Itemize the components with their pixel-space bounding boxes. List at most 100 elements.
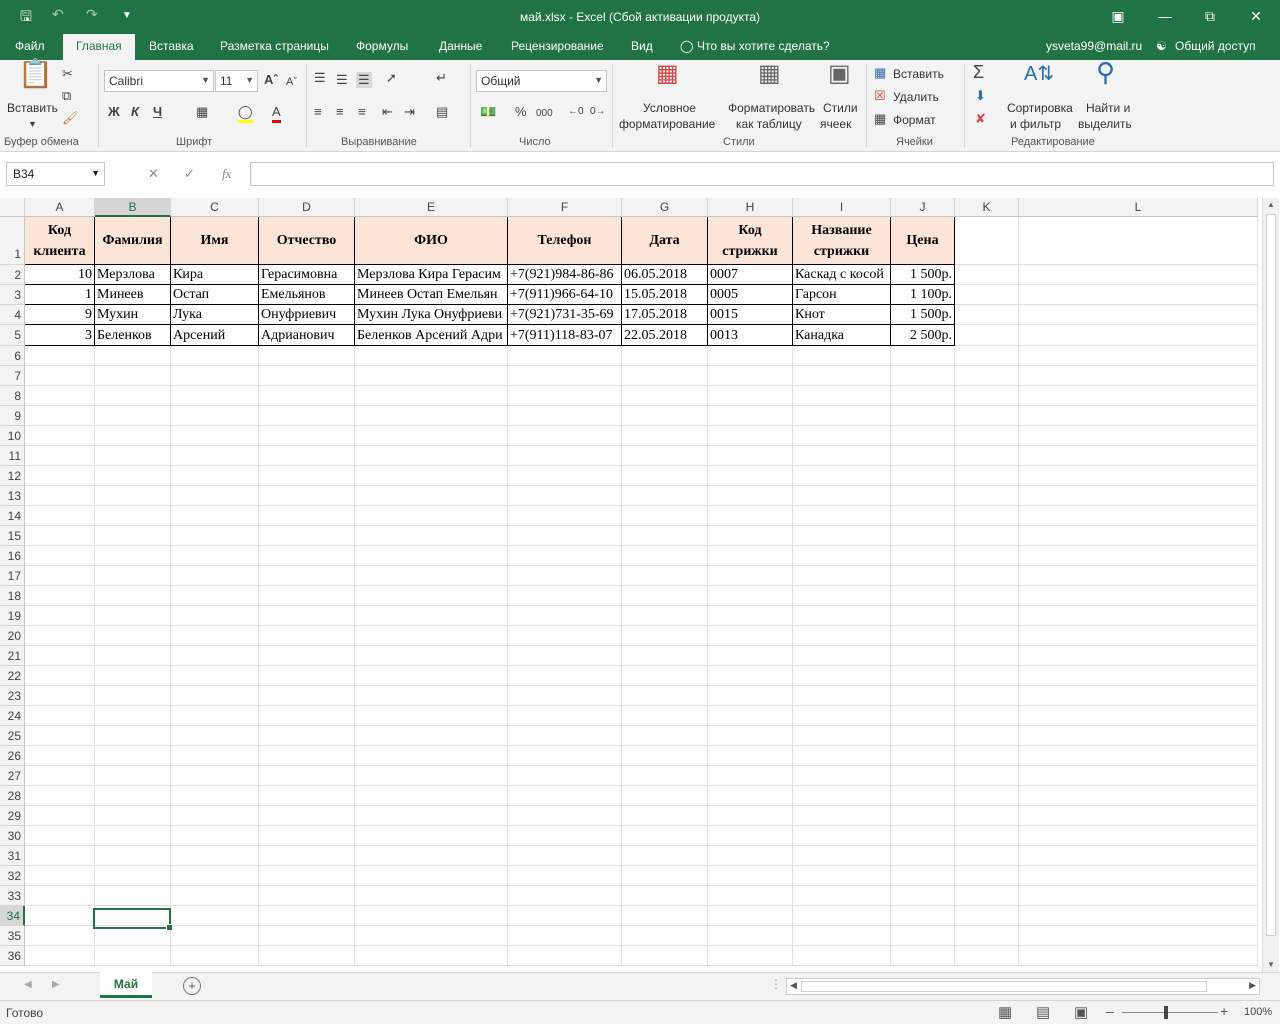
- scroll-left-icon[interactable]: ◀: [790, 980, 797, 991]
- grid-cell[interactable]: [259, 946, 355, 966]
- grid-cell[interactable]: [259, 386, 355, 406]
- grid-cell[interactable]: [355, 386, 508, 406]
- grid-cell[interactable]: [259, 526, 355, 546]
- scroll-down-icon[interactable]: ▼: [1267, 960, 1275, 969]
- grid-cell[interactable]: [891, 526, 955, 546]
- grid-cell[interactable]: [171, 666, 259, 686]
- paste-button[interactable]: Вставить: [7, 100, 58, 116]
- grid-cell[interactable]: [622, 526, 708, 546]
- page-break-view-icon[interactable]: ▣: [1074, 1003, 1088, 1021]
- grid-cell[interactable]: [793, 806, 891, 826]
- grid-cell[interactable]: [508, 526, 622, 546]
- row-header-24[interactable]: 24: [0, 706, 25, 726]
- increase-font-icon[interactable]: Aˆ: [264, 72, 278, 88]
- grid-cell[interactable]: [708, 626, 793, 646]
- grid-cell[interactable]: [95, 546, 171, 566]
- grid-cell[interactable]: [508, 606, 622, 626]
- grid-cell[interactable]: [708, 606, 793, 626]
- grid-cell[interactable]: [25, 626, 95, 646]
- grid-cell[interactable]: [95, 626, 171, 646]
- grid-cell[interactable]: [259, 746, 355, 766]
- grid-cell[interactable]: [171, 646, 259, 666]
- underline-button[interactable]: Ч: [153, 104, 162, 120]
- grid-cell[interactable]: [622, 466, 708, 486]
- grid-cell[interactable]: [508, 726, 622, 746]
- grid-cell[interactable]: [171, 686, 259, 706]
- grid-cell[interactable]: [955, 305, 1019, 325]
- grid-cell[interactable]: [708, 826, 793, 846]
- grid-cell[interactable]: [1019, 566, 1258, 586]
- decrease-decimal-icon[interactable]: 0→: [590, 104, 606, 120]
- grid-cell[interactable]: [793, 466, 891, 486]
- grid-cell[interactable]: [1019, 217, 1258, 265]
- table-cell[interactable]: 1 500р.: [891, 265, 955, 285]
- grid-cell[interactable]: [171, 526, 259, 546]
- grid-cell[interactable]: [25, 546, 95, 566]
- decrease-indent-icon[interactable]: ⇤: [382, 104, 393, 120]
- zoom-level[interactable]: 100%: [1244, 1006, 1272, 1018]
- grid-cell[interactable]: [708, 546, 793, 566]
- format-table-label-2[interactable]: как таблицу: [736, 116, 802, 132]
- grid-cell[interactable]: [25, 706, 95, 726]
- grid-cell[interactable]: [955, 566, 1019, 586]
- grid-cell[interactable]: [955, 546, 1019, 566]
- scroll-right-icon[interactable]: ▶: [1249, 980, 1256, 991]
- grid-cell[interactable]: [793, 426, 891, 446]
- row-header-27[interactable]: 27: [0, 766, 25, 786]
- row-header-23[interactable]: 23: [0, 686, 25, 706]
- table-header-cell[interactable]: Фамилия: [95, 217, 171, 265]
- grid-cell[interactable]: [622, 366, 708, 386]
- grid-cell[interactable]: [622, 926, 708, 946]
- grid-cell[interactable]: [259, 706, 355, 726]
- grid-cell[interactable]: [622, 406, 708, 426]
- grid-cell[interactable]: [891, 486, 955, 506]
- grid-cell[interactable]: [259, 406, 355, 426]
- grid-cell[interactable]: [622, 706, 708, 726]
- tab-review[interactable]: Рецензирование: [511, 39, 604, 53]
- grid-cell[interactable]: [955, 406, 1019, 426]
- grid-cell[interactable]: [891, 786, 955, 806]
- grid-cell[interactable]: [622, 746, 708, 766]
- grid-cell[interactable]: [891, 746, 955, 766]
- grid-cell[interactable]: [1019, 366, 1258, 386]
- next-sheet-icon[interactable]: ▶: [52, 979, 60, 990]
- grid-cell[interactable]: [95, 686, 171, 706]
- grid-cell[interactable]: [259, 866, 355, 886]
- grid-cell[interactable]: [955, 325, 1019, 346]
- grid-cell[interactable]: [891, 586, 955, 606]
- grid-cell[interactable]: [95, 866, 171, 886]
- select-all-corner[interactable]: [0, 198, 25, 217]
- fill-icon[interactable]: ⬇: [975, 88, 986, 104]
- grid-cell[interactable]: [95, 506, 171, 526]
- grid-cell[interactable]: [622, 346, 708, 366]
- grid-cell[interactable]: [891, 866, 955, 886]
- decrease-font-icon[interactable]: Aˇ: [286, 74, 297, 90]
- grid-cell[interactable]: [508, 366, 622, 386]
- grid-cell[interactable]: [25, 786, 95, 806]
- grid-cell[interactable]: [508, 686, 622, 706]
- grid-cell[interactable]: [508, 426, 622, 446]
- table-cell[interactable]: 22.05.2018: [622, 325, 708, 346]
- increase-decimal-icon[interactable]: ←0: [568, 104, 584, 120]
- grid-cell[interactable]: [1019, 506, 1258, 526]
- grid-cell[interactable]: [793, 826, 891, 846]
- grid-cell[interactable]: [95, 826, 171, 846]
- grid-cell[interactable]: [259, 886, 355, 906]
- font-name-select[interactable]: Calibri ▼: [104, 70, 214, 92]
- grid-cell[interactable]: [171, 726, 259, 746]
- grid-cell[interactable]: [955, 285, 1019, 305]
- grid-cell[interactable]: [708, 426, 793, 446]
- grid-cell[interactable]: [793, 746, 891, 766]
- grid-cell[interactable]: [259, 506, 355, 526]
- grid-cell[interactable]: [955, 686, 1019, 706]
- grid-cell[interactable]: [891, 646, 955, 666]
- grid-cell[interactable]: [95, 606, 171, 626]
- add-sheet-icon[interactable]: +: [183, 977, 201, 995]
- table-header-cell[interactable]: Код клиента: [25, 217, 95, 265]
- grid-cell[interactable]: [25, 506, 95, 526]
- grid-cell[interactable]: [25, 526, 95, 546]
- cell-styles-label-1[interactable]: Стили: [823, 100, 858, 116]
- grid-cell[interactable]: [95, 486, 171, 506]
- grid-cell[interactable]: [1019, 706, 1258, 726]
- row-header-5[interactable]: 5: [0, 325, 25, 346]
